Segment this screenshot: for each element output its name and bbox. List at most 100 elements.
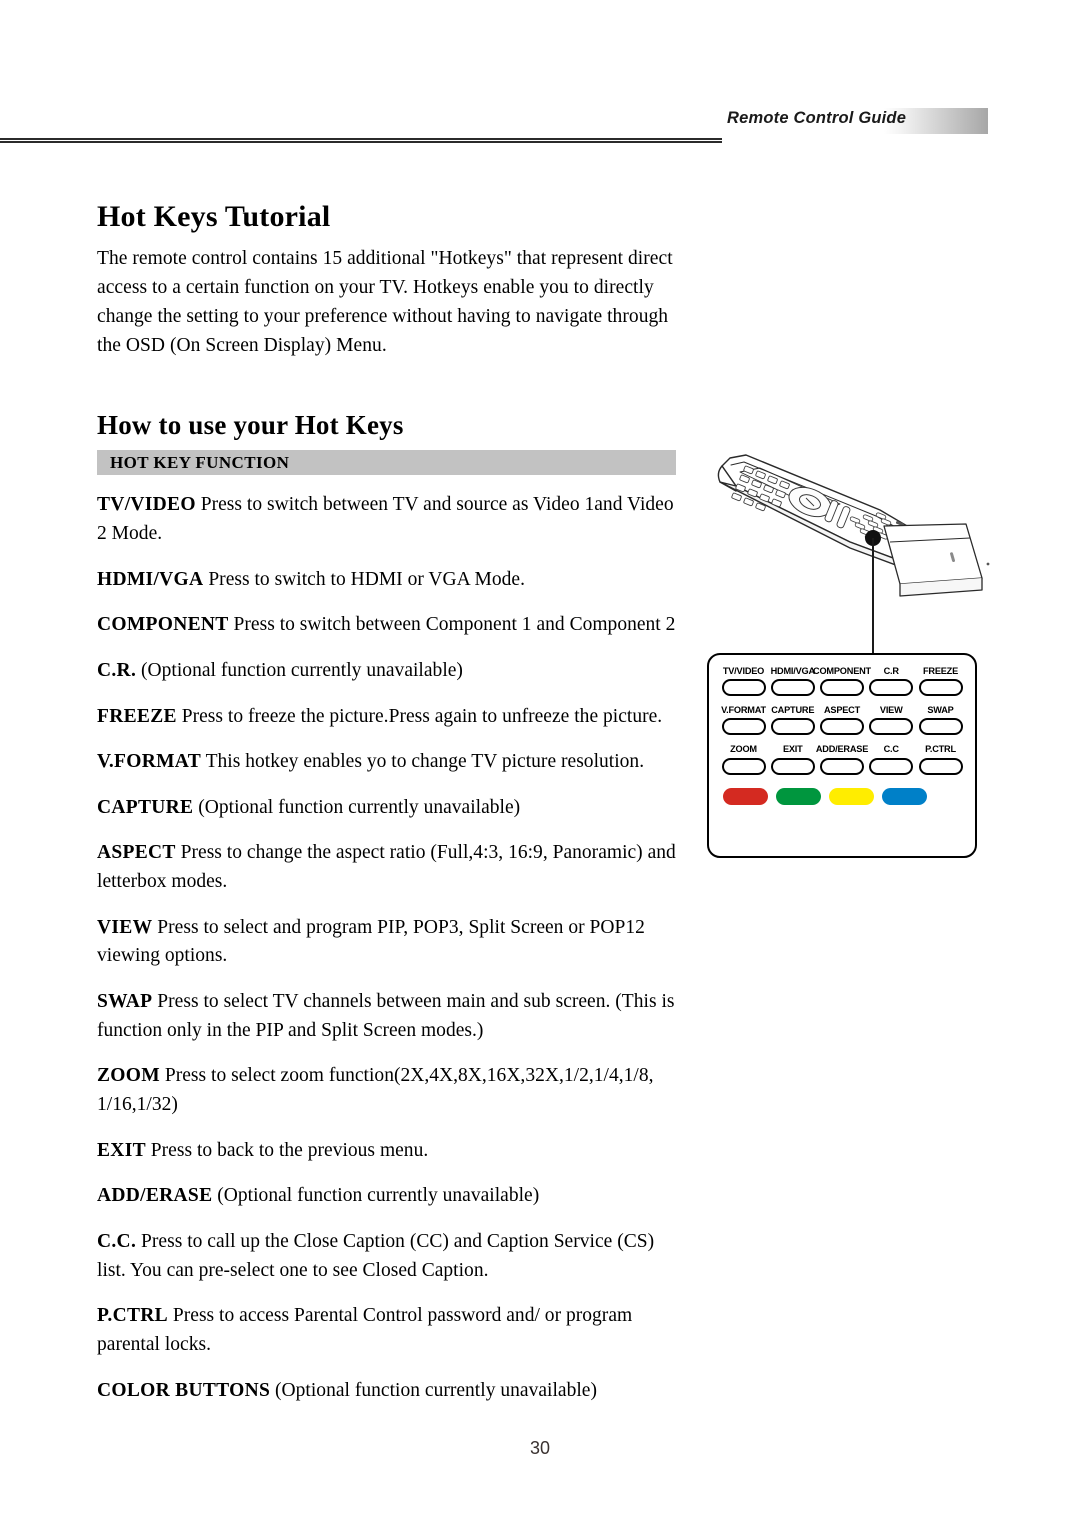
hotkey-definition-list: TV/VIDEO Press to switch between TV and …: [97, 491, 687, 1405]
page-number: 30: [529, 1438, 551, 1458]
hot-key-function-label: HOT KEY FUNCTION: [110, 452, 290, 472]
hotkey-button-component[interactable]: COMPONENT: [813, 666, 871, 697]
hotkey-entry-key: P.CTRL: [97, 1305, 168, 1327]
hotkey-label: VIEW: [879, 705, 903, 716]
hotkey-entry-description: Press to select TV channels between main…: [97, 991, 675, 1041]
hotkey-entry-key: C.C.: [97, 1231, 137, 1253]
hotkey-label: P.CTRL: [925, 744, 956, 755]
running-title: Remote Control Guide: [727, 109, 907, 127]
hotkey-entry-key: VIEW: [97, 916, 153, 938]
color-button-red[interactable]: [723, 787, 768, 805]
hotkey-button-add-erase[interactable]: ADD/ERASE: [816, 745, 868, 775]
hotkey-entry: COLOR BUTTONS (Optional function current…: [97, 1377, 687, 1406]
hotkey-button-hdmi-vga[interactable]: HDMI/VGA: [768, 666, 817, 697]
hotkey-entry: ZOOM Press to select zoom function(2X,4X…: [97, 1062, 687, 1119]
hotkey-button-tv-video[interactable]: TV/VIDEO: [719, 666, 768, 697]
button-shape: [820, 757, 864, 775]
hotkey-entry: V.FORMAT This hotkey enables yo to chang…: [97, 748, 687, 777]
button-shape: [918, 757, 963, 775]
hotkey-button-aspect[interactable]: ASPECT: [818, 705, 867, 736]
color-button-green[interactable]: [776, 787, 821, 805]
hotkey-button-v-format[interactable]: V.FORMAT: [719, 705, 768, 736]
color-button-row: [717, 787, 967, 805]
hotkey-entry-description: Press to change the aspect ratio (Full,4…: [97, 842, 676, 893]
intro-paragraph: The remote control contains 15 additiona…: [97, 247, 673, 357]
hotkey-label: ZOOM: [730, 744, 757, 755]
hotkey-cluster-callout: TV/VIDEO HDMI/VGA COMPONENT C.R FREEZE V…: [707, 653, 977, 858]
hotkey-button-swap[interactable]: SWAP: [916, 705, 965, 736]
hotkey-entry: ASPECT Press to change the aspect ratio …: [97, 839, 687, 896]
hotkey-entry-description: Press to select zoom function(2X,4X,8X,1…: [97, 1065, 654, 1116]
hotkey-entry-description: Press to switch between Component 1 and …: [233, 614, 676, 636]
hotkey-label: CAPTURE: [771, 705, 815, 716]
hotkey-entry-key: COMPONENT: [97, 614, 229, 636]
hotkey-label: TV/VIDEO: [722, 666, 765, 676]
button-shape: [770, 718, 815, 736]
hotkey-entry-key: TV/VIDEO: [97, 494, 196, 516]
hotkey-entry-key: ZOOM: [97, 1065, 160, 1087]
hotkey-entry-description: Press to freeze the picture.Press again …: [181, 705, 663, 727]
button-shape: [918, 718, 963, 736]
hotkey-button-capture[interactable]: CAPTURE: [768, 705, 817, 736]
color-button-blue[interactable]: [882, 787, 927, 805]
hotkey-button-freeze[interactable]: FREEZE: [916, 666, 965, 697]
button-shape: [770, 757, 815, 775]
hotkey-entry-key: SWAP: [97, 991, 153, 1013]
hotkey-label: FREEZE: [922, 666, 959, 676]
button-row-3: ZOOM EXIT ADD/ERASE C.C P.CTRL: [717, 744, 967, 775]
hot-key-function-header-bar: HOT KEY FUNCTION: [97, 450, 676, 476]
hotkey-entry: FREEZE Press to freeze the picture.Press…: [97, 703, 687, 732]
hotkey-label: C.C: [883, 744, 899, 755]
hotkey-button-cc[interactable]: C.C: [867, 744, 916, 775]
hotkey-entry-description: Press to select and program PIP, POP3, S…: [97, 916, 645, 967]
hotkey-entry: HDMI/VGA Press to switch to HDMI or VGA …: [97, 566, 687, 595]
page-title: Hot Keys Tutorial: [97, 200, 331, 233]
hotkey-entry: COMPONENT Press to switch between Compon…: [97, 611, 687, 640]
button-shape: [869, 757, 914, 775]
hotkey-label: HDMI/VGA: [770, 666, 816, 676]
hotkey-entry-description: (Optional function currently unavailable…: [198, 796, 521, 818]
hotkey-entry-description: (Optional function currently unavailable…: [275, 1379, 597, 1401]
remote-control-perspective-drawing: [717, 454, 990, 597]
hotkey-entry: SWAP Press to select TV channels between…: [97, 988, 687, 1045]
hotkey-entry-key: FREEZE: [97, 705, 177, 727]
button-shape: [820, 718, 864, 736]
hotkey-entry-description: Press to back to the previous menu.: [150, 1139, 429, 1161]
header-divider-rule: [0, 138, 722, 143]
button-shape: [820, 679, 864, 697]
hotkey-button-cr[interactable]: C.R: [867, 666, 916, 697]
hotkey-entry-description: Press to switch to HDMI or VGA Mode.: [208, 568, 526, 590]
hotkey-button-p-ctrl[interactable]: P.CTRL: [916, 744, 965, 775]
hotkey-entry-key: HDMI/VGA: [97, 568, 204, 590]
hotkey-button-zoom[interactable]: ZOOM: [719, 744, 768, 775]
hotkey-entry: EXIT Press to back to the previous menu.: [97, 1137, 687, 1166]
button-shape: [770, 679, 815, 697]
hotkey-label: C.R: [883, 666, 899, 676]
hotkey-entry: ADD/ERASE (Optional function currently u…: [97, 1182, 687, 1211]
hotkey-entry-key: COLOR BUTTONS: [97, 1379, 271, 1401]
hotkey-entry-description: (Optional function currently unavailable…: [141, 659, 463, 681]
remote-control-figure: TV/VIDEO HDMI/VGA COMPONENT C.R FREEZE V…: [700, 438, 1000, 868]
button-shape: [918, 679, 963, 697]
button-shape: [869, 679, 914, 697]
hotkey-entry-key: CAPTURE: [97, 796, 194, 818]
how-to-use-section: How to use your Hot Keys HOT KEY FUNCTIO…: [97, 410, 687, 1422]
button-shape: [721, 757, 766, 775]
hotkey-entry: TV/VIDEO Press to switch between TV and …: [97, 491, 687, 548]
button-row-2: V.FORMAT CAPTURE ASPECT VIEW SWAP: [717, 705, 967, 736]
button-shape: [869, 718, 914, 736]
hotkey-label: ASPECT: [823, 705, 861, 716]
button-row-1: TV/VIDEO HDMI/VGA COMPONENT C.R FREEZE: [717, 666, 967, 697]
hotkey-entry: VIEW Press to select and program PIP, PO…: [97, 914, 687, 971]
hotkey-entry-key: V.FORMAT: [97, 751, 202, 773]
hotkey-entry: CAPTURE (Optional function currently una…: [97, 794, 687, 823]
hot-keys-tutorial-section: Hot Keys Tutorial The remote control con…: [97, 200, 687, 361]
hotkey-entry-description: This hotkey enables yo to change TV pict…: [205, 751, 645, 773]
hotkey-entry-key: ADD/ERASE: [97, 1185, 213, 1207]
color-button-yellow[interactable]: [829, 787, 874, 805]
hotkey-button-exit[interactable]: EXIT: [768, 745, 817, 775]
hotkey-entry-description: Press to access Parental Control passwor…: [97, 1305, 633, 1356]
button-shape: [721, 679, 766, 697]
button-shape: [721, 718, 766, 736]
hotkey-button-view[interactable]: VIEW: [867, 705, 916, 736]
